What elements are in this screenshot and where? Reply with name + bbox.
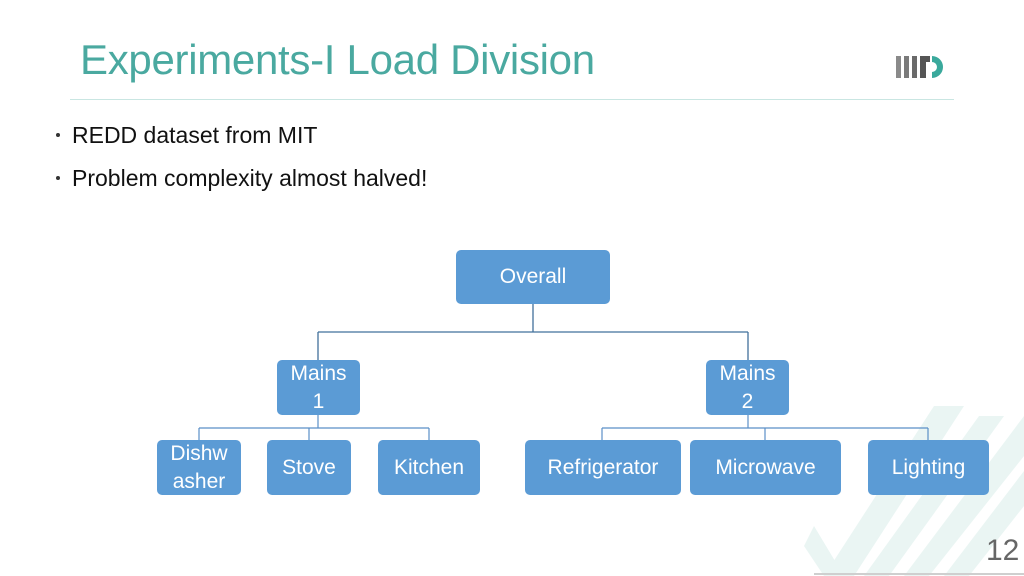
node-label: Overall [499,265,567,288]
node-overall: Overall [456,250,610,304]
bullet-dot-icon [56,176,60,180]
iiitd-logo-icon [896,56,943,78]
node-label-line2: 1 [312,389,325,413]
node-label: Kitchen [393,455,465,479]
node-microwave: Microwave [690,440,841,495]
node-label: Microwave [715,455,816,479]
node-mains-2: Mains 2 [706,360,789,415]
bullet-item: Problem complexity almost halved! [56,161,427,204]
slide-title: Experiments-I Load Division [80,36,595,83]
node-label-line2: asher [172,469,226,493]
node-mains-1: Mains 1 [277,360,360,415]
node-kitchen: Kitchen [378,440,480,495]
node-label-line1: Mains [290,361,347,385]
bullet-item: REDD dataset from MIT [56,118,427,161]
title-divider [70,99,954,100]
node-label: Lighting [891,455,966,479]
footer-divider [814,573,1024,575]
node-label-line1: Mains [719,361,776,385]
bullet-text: Problem complexity almost halved! [72,165,428,191]
node-label: Stove [282,455,336,479]
bullet-dot-icon [56,133,60,137]
node-stove: Stove [267,440,351,495]
page-number: 12 [986,534,1020,567]
bullet-text: REDD dataset from MIT [72,122,318,148]
node-label: Refrigerator [547,455,659,479]
node-dishwasher: Dishw asher [157,440,241,495]
node-label-line2: 2 [741,389,754,413]
bullet-list: REDD dataset from MIT Problem complexity… [56,118,427,204]
node-refrigerator: Refrigerator [525,440,681,495]
node-label-line1: Dishw [170,441,228,465]
node-lighting: Lighting [868,440,989,495]
